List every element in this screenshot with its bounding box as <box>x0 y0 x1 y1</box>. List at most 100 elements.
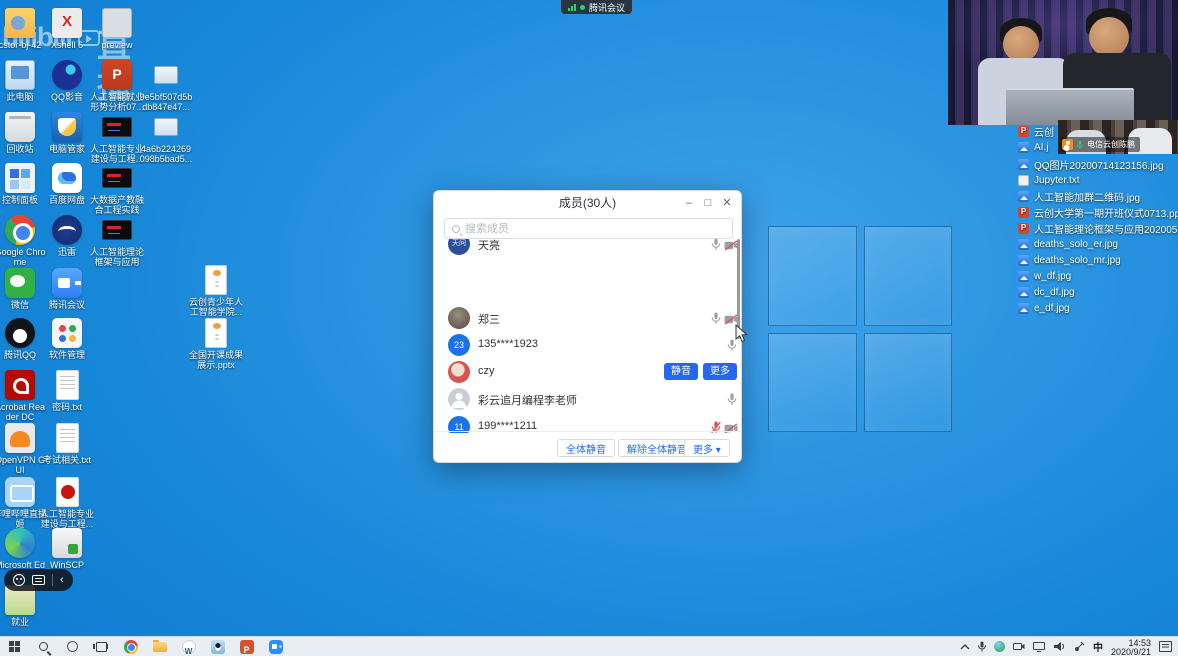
scrollbar[interactable] <box>737 239 740 339</box>
desktop-icon-national-course-pptx[interactable]: 全国开课成果展示.pptx <box>194 318 238 370</box>
file-item[interactable]: QQ图片20200714123156.jpg <box>1018 157 1164 171</box>
desktop-icon-ai-major-slide[interactable]: 人工智能专业建设与工程... <box>95 112 139 164</box>
desktop-icon-baidu-netdisk[interactable]: 百度网盘 <box>45 163 89 205</box>
tray-mic-icon[interactable] <box>978 641 986 652</box>
desktop-icon-this-pc[interactable]: 此电脑 <box>0 60 42 102</box>
desktop-icon-qqplayer[interactable]: QQ影音 <box>45 60 89 102</box>
image-file-icon <box>154 118 178 136</box>
member-row[interactable]: 23 135****1923 <box>434 332 743 358</box>
file-item[interactable]: deaths_solo_mr.jpg <box>1018 253 1121 267</box>
ime-indicator[interactable]: 中 <box>1093 639 1103 654</box>
tray-qq-icon[interactable] <box>994 641 1005 652</box>
desktop-icon-password-txt[interactable]: 密码.txt <box>45 370 89 412</box>
tray-expand-chevron[interactable] <box>960 644 970 650</box>
desktop-icon-ai-theory-slide[interactable]: 人工智能理论框架与应用2... <box>95 215 139 268</box>
file-item[interactable]: 人工智能加群二维码.jpg <box>1018 189 1140 203</box>
member-row[interactable]: 天问 天亮 <box>434 239 743 257</box>
minimize-button[interactable] <box>681 195 697 211</box>
desktop-icon-tencent-meeting[interactable]: 腾讯会议 <box>45 268 89 310</box>
taskbar-powerpoint[interactable] <box>232 637 261 656</box>
desktop-icon-hex-image-1[interactable]: 9e5bf507d5bdb847e47... <box>144 60 188 112</box>
collapse-chevron-icon[interactable]: ‹ <box>60 575 64 585</box>
text-file-icon <box>56 370 79 400</box>
desktop-icon-xshell[interactable]: Xshell 6 <box>45 8 89 50</box>
member-row-czy[interactable]: czy 静音 更多 ▼ <box>434 359 743 385</box>
start-button[interactable] <box>0 637 29 656</box>
cortana-button[interactable] <box>58 637 87 656</box>
chat-icon[interactable] <box>32 575 45 585</box>
tray-volume-icon[interactable] <box>1053 641 1066 652</box>
qq-player-icon <box>52 60 82 90</box>
search-input[interactable] <box>465 223 725 235</box>
desktop-icon-bigdata-slide[interactable]: 大数据产教融合工程实践0... <box>95 163 139 216</box>
file-item[interactable]: deaths_solo_er.jpg <box>1018 237 1118 251</box>
tray-connection-icon[interactable] <box>1074 641 1085 652</box>
desktop-icon-wechat[interactable]: 微信 <box>0 268 42 310</box>
close-button[interactable] <box>719 195 735 211</box>
desktop-icon-chrome[interactable]: Google Chrome <box>0 215 42 267</box>
taskbar-tencent-meeting[interactable] <box>261 637 290 656</box>
file-item[interactable]: 人工智能理论框架与应用20200506.pptx <box>1018 221 1178 235</box>
maximize-button[interactable] <box>700 195 716 211</box>
desktop-icon-cstor-folder[interactable]: cstor-bj-42 <box>0 8 42 50</box>
desktop-icon-preview[interactable]: preview <box>95 8 139 50</box>
taskbar-search-button[interactable] <box>29 637 58 656</box>
xshell-icon <box>52 8 82 38</box>
taskbar: 中 14:53 2020/9/21 <box>0 636 1178 656</box>
desktop-icon-pc-manager[interactable]: 电脑管家 <box>45 112 89 154</box>
member-list[interactable]: 天问 天亮 郑三 23 135****1923 czy <box>434 239 743 433</box>
file-item[interactable]: 云创 <box>1018 124 1054 138</box>
footer-more-button[interactable]: 更多 ▾ <box>684 439 730 457</box>
file-item[interactable]: Jupyter.txt <box>1018 173 1080 187</box>
desktop-icon-winscp[interactable]: WinSCP <box>45 528 89 570</box>
member-row[interactable]: 郑三 <box>434 305 743 331</box>
notification-center-icon[interactable] <box>1159 641 1172 652</box>
desktop-icon-ai-major-pdf[interactable]: 人工智能专业建设与工程... <box>45 477 89 529</box>
more-button[interactable]: 更多 ▼ <box>703 363 737 380</box>
avatar <box>448 307 470 329</box>
text-file-icon <box>56 423 79 453</box>
slide-file-icon <box>102 220 132 240</box>
desktop-icon-acrobat[interactable]: Acrobat Reader DC <box>0 370 42 422</box>
desktop-icon-recycle-bin[interactable]: 回收站 <box>0 112 42 154</box>
image-file-icon <box>1018 271 1029 282</box>
desktop-icon-bili-live[interactable]: 哔哩哔哩直播姬 <box>0 477 42 529</box>
desktop-icon-jobs[interactable]: 就业 <box>0 585 42 627</box>
member-search-box[interactable] <box>444 218 733 239</box>
desktop-icon-yunchuang-youth[interactable]: 云创青少年人工智能学院... <box>194 265 238 317</box>
member-row[interactable]: 彩云追月编程李老师 <box>434 386 743 412</box>
desktop-icon-qq[interactable]: 腾讯QQ <box>0 318 42 360</box>
taskbar-qq[interactable] <box>203 637 232 656</box>
taskbar-clock[interactable]: 14:53 2020/9/21 <box>1111 637 1151 656</box>
mic-on-icon <box>1076 140 1084 150</box>
taskbar-file-explorer[interactable] <box>145 637 174 656</box>
desktop-icon-control-panel[interactable]: 控制面板 <box>0 163 42 205</box>
taskbar-w-app[interactable] <box>174 637 203 656</box>
tray-camera-icon[interactable] <box>1013 642 1025 651</box>
meeting-status-pill[interactable]: 腾讯会议 <box>561 0 632 14</box>
emoji-icon[interactable] <box>13 574 25 586</box>
desktop-icon-openvpn[interactable]: OpenVPN GUI <box>0 423 42 475</box>
mute-button[interactable]: 静音 <box>664 363 698 380</box>
tray-network-icon[interactable] <box>1033 642 1045 652</box>
mute-all-button[interactable]: 全体静音 <box>557 439 615 457</box>
webcam-video-thumbnail[interactable]: 电信云创陈鹏 <box>1058 120 1178 154</box>
desktop-icon-hex-image-2[interactable]: 4a6b224269098b5bad5... <box>144 112 188 164</box>
avatar <box>448 388 470 410</box>
edge-icon <box>5 528 35 558</box>
preview-app-icon <box>102 8 132 38</box>
file-item[interactable]: 云创大学第一期开班仪式0713.pptx <box>1018 205 1178 219</box>
file-item[interactable]: e_df.jpg <box>1018 301 1070 315</box>
file-item[interactable]: w_df.jpg <box>1018 269 1071 283</box>
desktop-icon-software-manager[interactable]: 软件管理 <box>45 318 89 360</box>
danmaku-toolbar[interactable]: ‹ <box>4 569 73 591</box>
taskbar-chrome[interactable] <box>116 637 145 656</box>
desktop-icon-exam-txt[interactable]: 考试相关.txt <box>45 423 89 465</box>
baidu-netdisk-icon <box>52 163 82 193</box>
desktop-icon-thunder[interactable]: 迅雷 <box>45 215 89 257</box>
file-item[interactable]: dc_df.jpg <box>1018 285 1075 299</box>
desktop-icon-ai-employment-ppt[interactable]: 人工智能就业形势分析07... <box>95 60 139 112</box>
document-file-icon <box>205 265 227 295</box>
task-view-button[interactable] <box>87 637 116 656</box>
file-item[interactable]: AI.j <box>1018 140 1048 154</box>
